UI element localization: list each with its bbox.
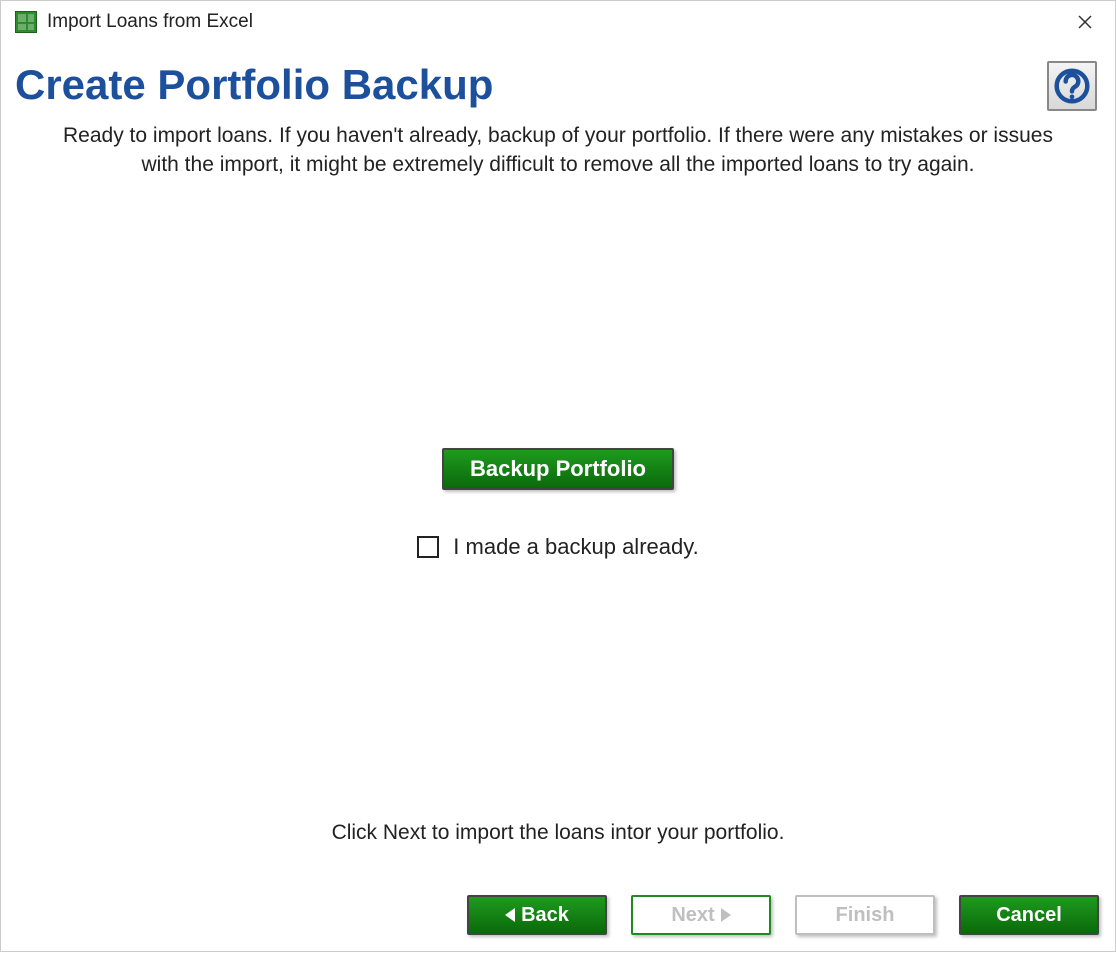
finish-button: Finish — [795, 895, 935, 935]
back-button-label: Back — [521, 904, 569, 927]
checkbox-icon — [417, 536, 439, 558]
page-description: Ready to import loans. If you haven't al… — [43, 121, 1073, 180]
app-icon — [15, 11, 37, 33]
back-button[interactable]: Back — [467, 895, 607, 935]
triangle-right-icon — [721, 908, 731, 922]
checkbox-label: I made a backup already. — [453, 534, 698, 560]
help-button[interactable] — [1047, 61, 1097, 111]
close-icon — [1077, 14, 1093, 30]
next-button: Next — [631, 895, 771, 935]
help-icon — [1054, 68, 1090, 104]
cancel-button-label: Cancel — [996, 904, 1062, 927]
page-heading: Create Portfolio Backup — [15, 61, 1101, 109]
hint-text: Click Next to import the loans intor you… — [1, 821, 1115, 845]
wizard-button-row: Back Next Finish Cancel — [467, 895, 1099, 935]
close-button[interactable] — [1065, 7, 1105, 37]
finish-button-label: Finish — [836, 904, 895, 927]
triangle-left-icon — [505, 908, 515, 922]
next-button-label: Next — [671, 904, 714, 927]
backup-already-checkbox[interactable]: I made a backup already. — [417, 534, 698, 560]
window-title: Import Loans from Excel — [47, 11, 1065, 33]
title-bar: Import Loans from Excel — [1, 1, 1115, 43]
wizard-content: Create Portfolio Backup Ready to import … — [1, 43, 1115, 953]
backup-portfolio-button[interactable]: Backup Portfolio — [442, 448, 674, 490]
cancel-button[interactable]: Cancel — [959, 895, 1099, 935]
